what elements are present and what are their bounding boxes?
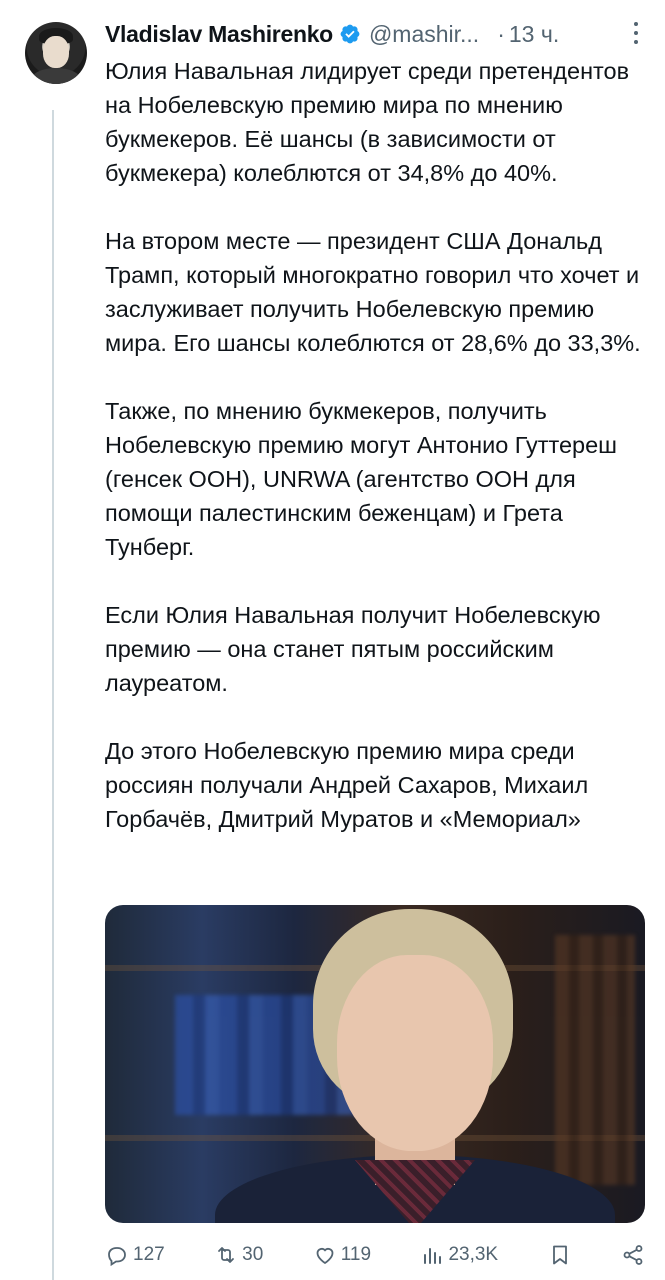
avatar-shoulders — [31, 68, 81, 84]
repost-count: 30 — [242, 1244, 264, 1265]
photo-face — [337, 955, 493, 1151]
bookmark-button[interactable] — [548, 1243, 572, 1267]
separator-dot: · — [497, 20, 505, 47]
view-count: 23,3K — [448, 1244, 499, 1265]
tweet-text: Юлия Навальная лидирует среди претендент… — [105, 54, 650, 870]
thread-line — [52, 110, 54, 1280]
author-name[interactable]: Vladislav Mashirenko — [105, 21, 333, 48]
tweet-header: Vladislav Mashirenko @mashir... · 13 ч. — [105, 14, 645, 54]
like-button[interactable]: 119 — [313, 1243, 371, 1267]
reply-icon — [108, 1247, 126, 1267]
heart-icon — [316, 1247, 334, 1265]
timestamp[interactable]: 13 ч. — [509, 21, 559, 48]
tweet-paragraph: Если Юлия Навальная получит Нобелевскую … — [105, 602, 601, 696]
like-count: 119 — [340, 1244, 372, 1265]
share-button[interactable] — [621, 1243, 645, 1267]
tweet-paragraph: Юлия Навальная лидирует среди претендент… — [105, 58, 630, 186]
views-button[interactable]: 23,3K — [420, 1243, 498, 1267]
tweet-paragraph: На втором месте — президент США Дональд … — [105, 228, 641, 356]
share-icon — [623, 1245, 643, 1265]
views-chart-icon — [424, 1248, 442, 1264]
action-bar: 127 30 119 23,3K — [105, 1238, 645, 1272]
more-options-icon[interactable] — [633, 22, 639, 48]
tweet-paragraph: Также, по мнению букмекеров, получить Но… — [105, 398, 618, 560]
avatar[interactable] — [25, 22, 87, 84]
tweet-photo[interactable] — [105, 905, 645, 1223]
bookmark-icon — [552, 1245, 567, 1265]
reply-count: 127 — [133, 1244, 165, 1265]
verified-badge-icon — [340, 24, 360, 44]
repost-button[interactable]: 30 — [214, 1243, 263, 1267]
repost-icon — [218, 1247, 235, 1263]
photo-books — [555, 935, 635, 1185]
tweet-paragraph: До этого Нобелевскую премию мира среди р… — [105, 738, 589, 832]
author-handle[interactable]: @mashir... — [369, 21, 479, 48]
reply-button[interactable]: 127 — [105, 1243, 165, 1267]
avatar-face — [43, 36, 69, 68]
